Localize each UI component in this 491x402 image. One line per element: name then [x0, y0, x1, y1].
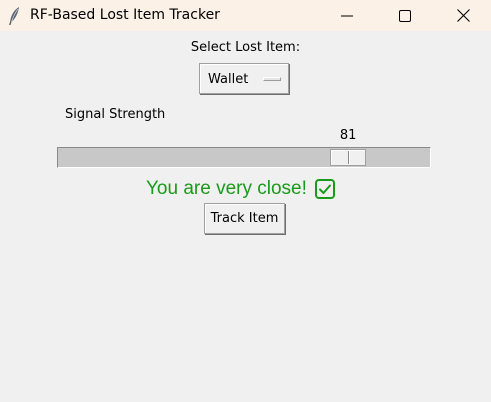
item-dropdown[interactable]: Wallet — [199, 63, 289, 94]
title-bar: RF-Based Lost Item Tracker — [0, 0, 491, 31]
close-button[interactable] — [434, 0, 491, 31]
feather-icon — [9, 7, 19, 25]
slider-thumb[interactable] — [330, 149, 367, 166]
option-menu-indicator-icon — [263, 77, 281, 81]
track-item-button[interactable]: Track Item — [204, 203, 285, 234]
dropdown-selected-value: Wallet — [208, 72, 249, 87]
minimize-button[interactable] — [318, 0, 376, 31]
check-box-icon — [314, 179, 335, 199]
status-message: You are very close! — [146, 178, 307, 199]
window-title: RF-Based Lost Item Tracker — [30, 7, 220, 23]
signal-strength-value: 81 — [339, 128, 357, 143]
slider-thumb-grip — [348, 151, 350, 164]
signal-strength-label: Signal Strength — [65, 107, 166, 122]
maximize-button[interactable] — [376, 0, 434, 31]
proximity-status: You are very close! — [146, 176, 335, 202]
select-item-label: Select Lost Item: — [190, 40, 301, 55]
close-icon — [456, 9, 470, 22]
maximize-icon — [399, 9, 411, 22]
minimize-icon — [341, 15, 353, 16]
signal-strength-slider[interactable] — [57, 147, 431, 168]
